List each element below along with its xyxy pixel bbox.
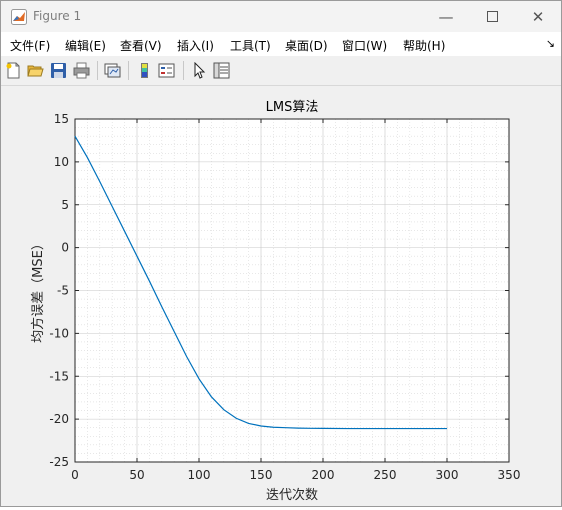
y-tick-label: -15 bbox=[49, 369, 69, 383]
menu-file[interactable]: 文件(F) bbox=[10, 37, 50, 54]
minimize-button[interactable]: — bbox=[423, 1, 469, 32]
menu-overflow-icon[interactable]: ↘ bbox=[546, 37, 555, 50]
y-tick-label: -5 bbox=[57, 284, 69, 298]
edit-plot-icon[interactable] bbox=[191, 62, 208, 79]
menu-window[interactable]: 窗口(W) bbox=[342, 37, 387, 54]
y-tick-label: 10 bbox=[54, 155, 69, 169]
menu-help[interactable]: 帮助(H) bbox=[403, 37, 445, 54]
insert-legend-icon[interactable] bbox=[158, 62, 175, 79]
x-tick-label: 250 bbox=[374, 468, 397, 482]
y-tick-label: 15 bbox=[54, 112, 69, 126]
x-tick-label: 100 bbox=[188, 468, 211, 482]
y-tick-label: -25 bbox=[49, 455, 69, 469]
close-icon: ✕ bbox=[531, 7, 545, 26]
menu-tools[interactable]: 工具(T) bbox=[230, 37, 271, 54]
x-tick-label: 300 bbox=[436, 468, 459, 482]
print-icon[interactable] bbox=[73, 62, 90, 79]
menu-view[interactable]: 查看(V) bbox=[120, 37, 162, 54]
y-axis-label: 均方误差（MSE） bbox=[30, 237, 46, 343]
menu-edit[interactable]: 编辑(E) bbox=[65, 37, 106, 54]
x-tick-label: 50 bbox=[129, 468, 144, 482]
menu-desktop[interactable]: 桌面(D) bbox=[285, 37, 328, 54]
y-tick-label: -10 bbox=[49, 326, 69, 340]
insert-colorbar-icon[interactable] bbox=[136, 62, 153, 79]
x-tick-label: 200 bbox=[312, 468, 335, 482]
new-figure-icon[interactable] bbox=[5, 62, 22, 79]
link-plot-icon[interactable] bbox=[104, 62, 121, 79]
figure-window: Figure 1 — ✕ 文件(F) 编辑(E) 查看(V) 插入(I) 工具(… bbox=[0, 0, 562, 507]
x-tick-label: 0 bbox=[71, 468, 79, 482]
x-axis-label: 迭代次数 bbox=[266, 487, 318, 503]
save-icon[interactable] bbox=[50, 62, 67, 79]
matlab-logo-icon bbox=[11, 9, 27, 25]
title-bar[interactable]: Figure 1 — ✕ bbox=[1, 1, 561, 32]
maximize-icon bbox=[486, 11, 498, 22]
window-title: Figure 1 bbox=[33, 9, 82, 23]
x-tick-label: 150 bbox=[250, 468, 273, 482]
y-tick-label: 5 bbox=[61, 198, 69, 212]
chart-svg: 0 50 100 150 200 250 300 350 -25 -20 -15 -10 -5 0 5 10… bbox=[30, 100, 521, 503]
figure-canvas: 0 50 100 150 200 250 300 350 -25 -20 -15 -10 -5 0 5 10… bbox=[1, 86, 561, 506]
menu-insert[interactable]: 插入(I) bbox=[177, 37, 214, 54]
menu-bar: 文件(F) 编辑(E) 查看(V) 插入(I) 工具(T) 桌面(D) 窗口(W… bbox=[1, 32, 561, 56]
minimize-icon: — bbox=[438, 7, 454, 26]
open-file-icon[interactable] bbox=[27, 62, 44, 79]
chart-title: LMS算法 bbox=[266, 100, 319, 115]
toolbar-separator bbox=[183, 61, 184, 80]
close-button[interactable]: ✕ bbox=[515, 1, 561, 32]
toolbar-separator bbox=[97, 61, 98, 80]
maximize-button[interactable] bbox=[469, 1, 515, 32]
property-inspector-icon[interactable] bbox=[213, 62, 230, 79]
y-tick-label: 0 bbox=[61, 241, 69, 255]
y-tick-label: -20 bbox=[49, 412, 69, 426]
toolbar-separator bbox=[128, 61, 129, 80]
figure-toolbar bbox=[1, 56, 561, 86]
x-tick-label: 350 bbox=[498, 468, 521, 482]
